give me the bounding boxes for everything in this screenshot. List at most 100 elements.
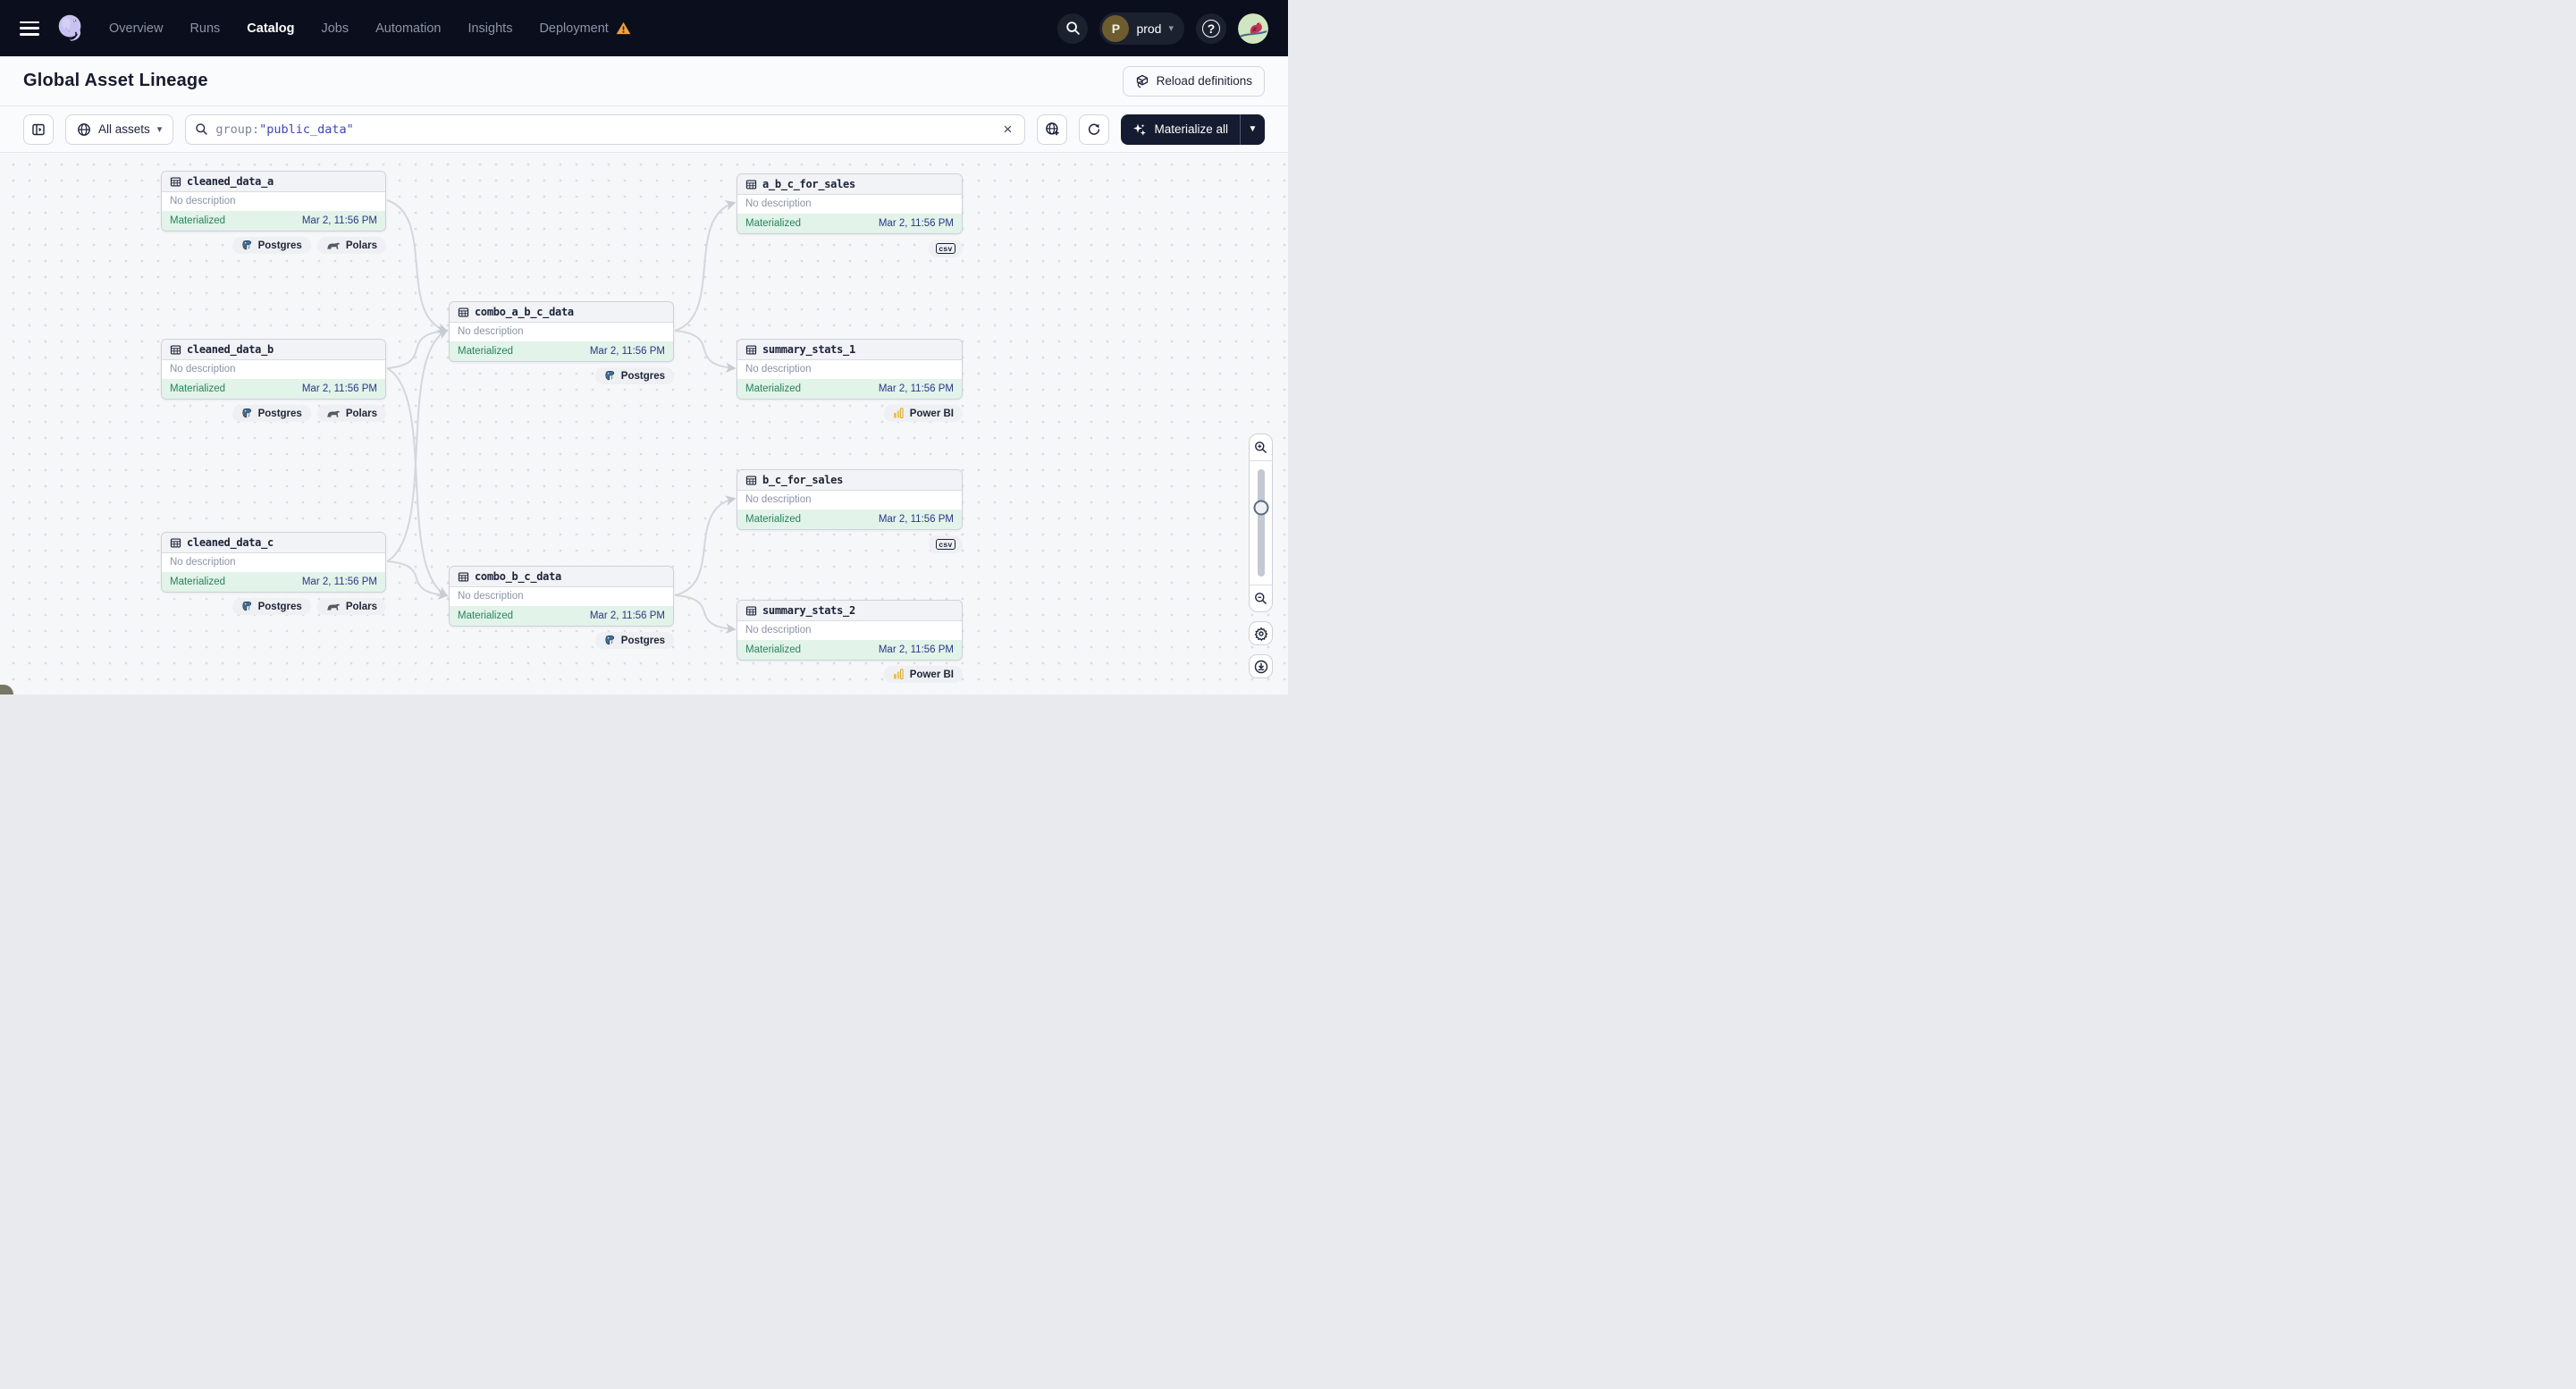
materialized-status: Materialized [745,218,801,229]
badge-polars[interactable]: Polars [317,237,386,254]
table-icon [458,571,469,583]
zoom-slider[interactable] [1249,461,1273,585]
materialized-timestamp[interactable]: Mar 2, 11:56 PM [879,644,954,655]
deployment-warning-icon [616,21,631,35]
nav-item-jobs[interactable]: Jobs [321,21,349,36]
badge-polars[interactable]: Polars [317,598,386,615]
asset-status-row: MaterializedMar 2, 11:56 PM [450,341,673,361]
asset-node-a_b_c_for_sales[interactable]: a_b_c_for_salesNo descriptionMaterialize… [737,173,963,234]
asset-status-row: MaterializedMar 2, 11:56 PM [737,509,962,529]
asset-scope-dropdown[interactable]: All assets ▾ [65,114,173,145]
asset-node-header: combo_a_b_c_data [450,302,673,323]
nav-item-automation[interactable]: Automation [375,21,441,36]
edge-cleaned_data_a-to-combo_a_b_c_data [387,200,446,331]
deployment-switcher[interactable]: P prod ▾ [1099,13,1184,45]
csv-icon: csv [936,539,955,550]
materialized-timestamp[interactable]: Mar 2, 11:56 PM [302,383,377,394]
badge-label: Postgres [258,240,302,251]
badge-csv[interactable]: csv [929,535,963,553]
help-icon: ? [1202,20,1220,38]
refresh-button[interactable] [1079,114,1109,145]
new-asset-group-button[interactable] [1037,114,1067,145]
materialized-timestamp[interactable]: Mar 2, 11:56 PM [879,383,954,394]
badge-postgres[interactable]: Postgres [232,237,311,254]
badge-csv[interactable]: csv [929,240,963,257]
asset-description: No description [737,491,962,509]
asset-badges-combo_a_b_c_data: Postgres [449,367,674,384]
sparkles-icon [1132,122,1147,137]
asset-node-cleaned_data_a[interactable]: cleaned_data_aNo descriptionMaterialized… [161,171,386,232]
edge-combo_a_b_c_data-to-a_b_c_for_sales [675,203,734,331]
lineage-canvas[interactable]: cleaned_data_aNo descriptionMaterialized… [0,153,1288,694]
table-icon [170,537,181,549]
badge-postgres[interactable]: Postgres [595,632,674,649]
lineage-search-input[interactable]: group:"public_data" × [185,114,1025,145]
asset-node-summary_stats_2[interactable]: summary_stats_2No descriptionMaterialize… [737,600,963,661]
nav-item-insights[interactable]: Insights [467,21,512,36]
asset-node-header: cleaned_data_b [162,340,385,360]
materialized-status: Materialized [745,644,801,655]
zoom-in-icon [1254,441,1267,454]
materialize-all-button[interactable]: Materialize all ▼ [1121,114,1265,145]
materialized-timestamp[interactable]: Mar 2, 11:56 PM [590,346,665,357]
materialized-timestamp[interactable]: Mar 2, 11:56 PM [302,215,377,226]
dagster-logo-icon[interactable] [54,12,88,46]
zoom-in-button[interactable] [1249,434,1273,461]
open-sidebar-button[interactable] [23,114,54,145]
materialized-timestamp[interactable]: Mar 2, 11:56 PM [879,514,954,525]
nav-item-catalog[interactable]: Catalog [247,21,294,36]
nav-item-deployment[interactable]: Deployment [539,21,630,36]
asset-name: cleaned_data_a [187,175,274,188]
badge-label: Power BI [910,408,954,419]
badge-postgres[interactable]: Postgres [232,598,311,615]
clear-search-button[interactable]: × [1000,121,1016,139]
asset-node-header: summary_stats_2 [737,601,962,621]
asset-status-row: MaterializedMar 2, 11:56 PM [162,211,385,231]
asset-node-header: cleaned_data_a [162,172,385,192]
asset-badges-a_b_c_for_sales: csv [737,240,963,257]
materialized-timestamp[interactable]: Mar 2, 11:56 PM [879,218,954,229]
badge-powerbi[interactable]: Power BI [884,666,963,683]
materialize-all-label: Materialize all [1154,122,1228,136]
hamburger-menu-icon[interactable] [20,21,39,36]
nav-item-overview[interactable]: Overview [109,21,163,36]
zoom-slider-handle[interactable] [1253,501,1268,516]
materialized-timestamp[interactable]: Mar 2, 11:56 PM [302,577,377,587]
asset-badges-combo_b_c_data: Postgres [449,632,674,649]
asset-node-cleaned_data_b[interactable]: cleaned_data_bNo descriptionMaterialized… [161,339,386,400]
graph-settings-button[interactable] [1249,621,1273,645]
zoom-slider-track[interactable] [1258,469,1265,577]
nav-item-runs[interactable]: Runs [189,21,220,36]
polars-icon [326,409,341,418]
asset-name: cleaned_data_b [187,343,274,356]
reload-definitions-button[interactable]: Reload definitions [1123,66,1265,97]
badge-postgres[interactable]: Postgres [232,405,311,422]
csv-icon: csv [936,243,955,254]
materialized-timestamp[interactable]: Mar 2, 11:56 PM [590,610,665,621]
global-search-button[interactable] [1057,13,1088,44]
help-button[interactable]: ? [1196,13,1226,44]
zoom-out-button[interactable] [1249,585,1273,611]
badge-label: Postgres [621,636,665,646]
asset-node-combo_a_b_c_data[interactable]: combo_a_b_c_dataNo descriptionMaterializ… [449,301,674,362]
asset-node-b_c_for_sales[interactable]: b_c_for_salesNo descriptionMaterializedM… [737,469,963,530]
asset-badges-summary_stats_2: Power BI [737,666,963,683]
asset-node-cleaned_data_c[interactable]: cleaned_data_cNo descriptionMaterialized… [161,532,386,593]
user-avatar[interactable] [1238,13,1268,44]
postgres-icon [604,635,616,646]
panel-expand-icon [31,122,46,137]
badge-powerbi[interactable]: Power BI [884,405,963,422]
asset-description: No description [737,360,962,379]
badge-postgres[interactable]: Postgres [595,367,674,384]
search-icon [195,122,208,136]
badge-label: Polars [346,602,377,612]
table-icon [745,605,757,617]
asset-node-summary_stats_1[interactable]: summary_stats_1No descriptionMaterialize… [737,339,963,400]
asset-description: No description [737,195,962,214]
polars-icon [326,241,341,250]
badge-polars[interactable]: Polars [317,405,386,422]
download-image-button[interactable] [1249,654,1273,678]
gear-icon [1254,627,1268,641]
materialize-options-button[interactable]: ▼ [1241,114,1265,145]
asset-node-combo_b_c_data[interactable]: combo_b_c_dataNo descriptionMaterialized… [449,566,674,627]
